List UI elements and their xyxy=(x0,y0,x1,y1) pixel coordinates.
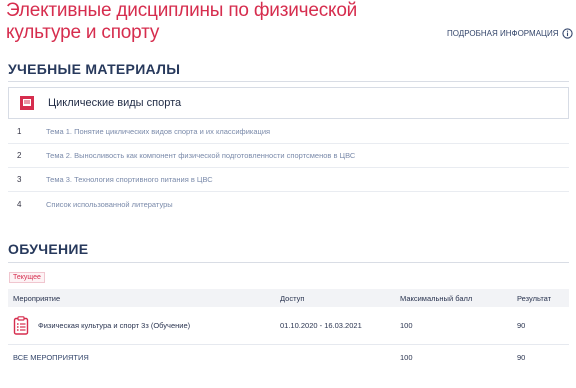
topic-row: 3 Тема 3. Технология спортивного питания… xyxy=(8,168,569,192)
current-tab[interactable]: Текущее xyxy=(9,272,45,283)
column-max-score: Максимальный балл xyxy=(400,293,473,303)
more-info-link[interactable]: ПОДРОБНАЯ ИНФОРМАЦИЯ xyxy=(447,28,574,39)
course-card[interactable]: Циклические виды спорта xyxy=(8,87,569,119)
event-access: 01.10.2020 - 16.03.2021 xyxy=(280,321,362,330)
column-access: Доступ xyxy=(280,293,305,303)
course-name: Циклические виды спорта xyxy=(48,97,182,109)
topic-number: 3 xyxy=(17,175,22,184)
topic-row: 2 Тема 2. Выносливость как компонент физ… xyxy=(8,144,569,168)
events-table: Мероприятие Доступ Максимальный балл Рез… xyxy=(8,289,569,369)
learning-heading: ОБУЧЕНИЕ xyxy=(8,241,89,257)
event-max-score: 100 xyxy=(400,321,413,330)
event-name[interactable]: Физическая культура и спорт 3з (Обучение… xyxy=(38,321,190,330)
table-row[interactable]: Физическая культура и спорт 3з (Обучение… xyxy=(8,307,569,345)
topic-row: 4 Список использованной литературы xyxy=(8,192,569,216)
column-event: Мероприятие xyxy=(13,293,61,303)
all-events-link[interactable]: ВСЕ МЕРОПРИЯТИЯ xyxy=(8,353,280,362)
info-circle-icon xyxy=(562,28,574,39)
footer-result: 90 xyxy=(517,352,526,362)
topic-link[interactable]: Тема 1. Понятие циклических видов спорта… xyxy=(46,127,270,136)
topic-link[interactable]: Тема 2. Выносливость как компонент физич… xyxy=(46,151,355,160)
topic-number: 2 xyxy=(17,151,22,160)
book-icon xyxy=(20,96,34,110)
page-title: Элективные дисциплины по физической куль… xyxy=(6,0,358,43)
event-result: 90 xyxy=(517,321,526,330)
materials-heading: УЧЕБНЫЕ МАТЕРИАЛЫ xyxy=(8,61,181,77)
table-header: Мероприятие Доступ Максимальный балл Рез… xyxy=(8,289,569,307)
topic-link[interactable]: Список использованной литературы xyxy=(46,200,173,209)
topic-link[interactable]: Тема 3. Технология спортивного питания в… xyxy=(46,175,213,184)
table-footer: ВСЕ МЕРОПРИЯТИЯ 100 90 xyxy=(8,345,569,369)
topic-number: 4 xyxy=(17,199,22,209)
topics-list: 1 Тема 1. Понятие циклических видов спор… xyxy=(8,120,569,216)
divider xyxy=(8,262,569,263)
event-cell: Физическая культура и спорт 3з (Обучение… xyxy=(8,316,280,335)
divider xyxy=(8,81,569,82)
footer-max-score: 100 xyxy=(400,352,413,362)
more-info-label: ПОДРОБНАЯ ИНФОРМАЦИЯ xyxy=(447,29,559,38)
topic-row: 1 Тема 1. Понятие циклических видов спор… xyxy=(8,120,569,144)
topic-number: 1 xyxy=(17,127,22,136)
column-result: Результат xyxy=(517,293,552,303)
checklist-icon xyxy=(13,316,29,335)
